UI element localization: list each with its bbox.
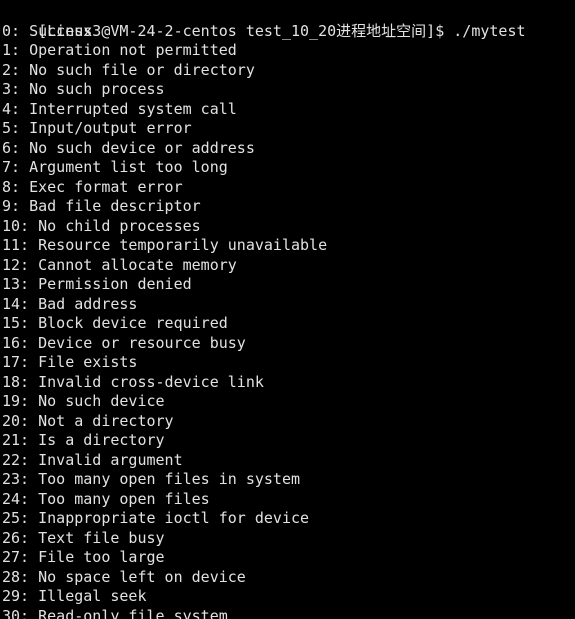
output-line: 15: Block device required bbox=[2, 314, 228, 332]
output-line: 19: No such device bbox=[2, 392, 165, 410]
output-line: 1: Operation not permitted bbox=[2, 41, 237, 59]
output-line: 14: Bad address bbox=[2, 294, 138, 313]
prompt-separator-space bbox=[237, 22, 246, 40]
output-line: 29: Illegal seek bbox=[2, 587, 147, 605]
output-line: 27: File too large bbox=[2, 548, 165, 566]
output-line: 17: File exists bbox=[2, 353, 138, 371]
output-line: 26: Text file busy bbox=[2, 528, 165, 547]
output-line: 20: Not a directory bbox=[2, 411, 174, 430]
output-line: 30: Read-only file system bbox=[2, 606, 228, 619]
output-line: 28: No space left on device bbox=[2, 567, 246, 586]
prompt-close-bracket: ] bbox=[426, 21, 436, 40]
output-line: 13: Permission denied bbox=[2, 275, 192, 293]
command-output: 0: Success 1: Operation not permitted 2: N… bbox=[2, 22, 575, 619]
output-line: 8: Exec format error bbox=[2, 177, 183, 196]
output-line: 12: Cannot allocate memory bbox=[2, 255, 237, 274]
output-line: 11: Resource temporarily unavailable bbox=[2, 236, 328, 254]
prompt-dollar-sigil: $ bbox=[435, 21, 445, 40]
output-line: 10: No child processes bbox=[2, 216, 201, 235]
output-line: 3: No such process bbox=[2, 80, 165, 98]
prompt-cwd-ascii: test_10_20 bbox=[245, 21, 337, 40]
output-line: 18: Invalid cross-device link bbox=[2, 372, 264, 391]
output-line: 5: Input/output error bbox=[2, 119, 192, 137]
output-line: 2: No such file or directory bbox=[2, 60, 255, 79]
output-line: 22: Invalid argument bbox=[2, 450, 183, 469]
output-line: 23: Too many open files in system bbox=[2, 470, 301, 488]
shell-prompt-line: [Linux3@VM-24-2-centos test_10_20进程地址空间]… bbox=[2, 2, 575, 40]
output-line: 24: Too many open files bbox=[2, 489, 210, 508]
prompt-hostname: VM-24-2-centos bbox=[110, 21, 237, 40]
prompt-cwd-cjk: 进程地址空间 bbox=[336, 21, 427, 40]
output-line: 25: Inappropriate ioctl for device bbox=[2, 509, 310, 527]
output-line: 7: Argument list too long bbox=[2, 158, 228, 176]
output-line: 16: Device or resource busy bbox=[2, 333, 246, 352]
output-line: 4: Interrupted system call bbox=[2, 99, 237, 118]
output-line: 21: Is a directory bbox=[2, 431, 165, 449]
output-line: 6: No such device or address bbox=[2, 138, 255, 157]
terminal-window[interactable]: [Linux3@VM-24-2-centos test_10_20进程地址空间]… bbox=[0, 0, 575, 619]
output-line: 9: Bad file descriptor bbox=[2, 197, 201, 215]
shell-command-text: ./mytest bbox=[444, 21, 526, 40]
